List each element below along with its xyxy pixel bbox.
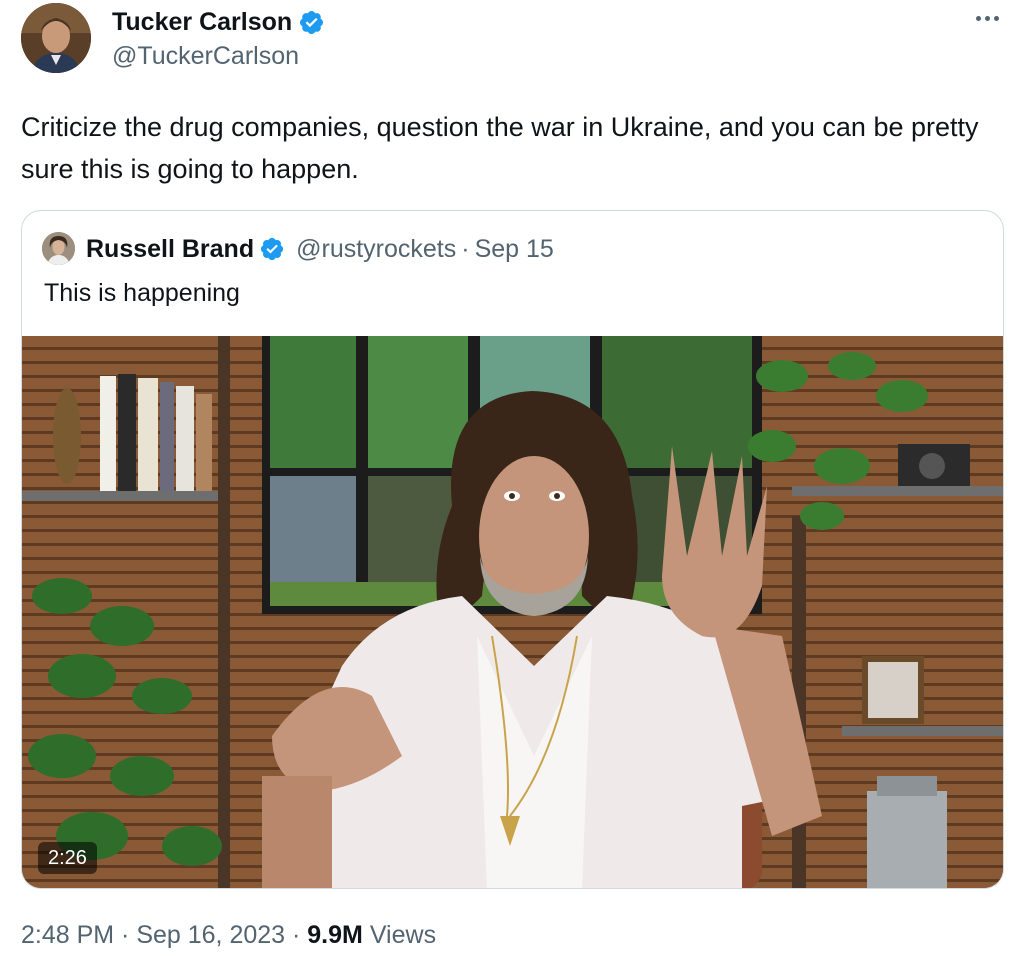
- more-horizontal-icon-dot: [993, 15, 999, 21]
- quoted-tweet-date[interactable]: Sep 15: [475, 235, 554, 264]
- author-name[interactable]: Tucker Carlson: [112, 9, 292, 35]
- author-avatar[interactable]: [21, 3, 91, 73]
- video-thumbnail: [22, 336, 1003, 888]
- tweet-meta: 2:48 PM · Sep 16, 2023 · 9.9M Views: [21, 918, 436, 952]
- more-horizontal-icon-dot: [984, 15, 990, 21]
- quoted-header-separator: ·: [461, 234, 470, 263]
- views-label: Views: [369, 921, 437, 949]
- author-avatar-image: [21, 3, 91, 73]
- quoted-author-name[interactable]: Russell Brand: [86, 235, 254, 264]
- views-count: 9.9M: [307, 921, 363, 949]
- quoted-author-handle[interactable]: @rustyrockets: [296, 235, 456, 264]
- quoted-author-avatar[interactable]: [42, 232, 75, 265]
- meta-separator: ·: [285, 921, 308, 949]
- verified-badge-icon: [300, 10, 324, 34]
- more-horizontal-icon: [975, 15, 981, 21]
- quoted-tweet-text: This is happening: [44, 279, 240, 307]
- quoted-tweet-card[interactable]: Russell Brand @rustyrockets · Sep 15 Thi…: [21, 210, 1004, 889]
- quoted-tweet-header: Russell Brand @rustyrockets · Sep 15: [86, 233, 554, 265]
- video-player[interactable]: 2:26: [22, 336, 1003, 888]
- quoted-author-avatar-image: [42, 232, 75, 265]
- author-handle[interactable]: @TuckerCarlson: [112, 40, 299, 72]
- verified-badge-icon: [261, 237, 284, 261]
- author-name-row: Tucker Carlson: [112, 4, 325, 40]
- more-options-button[interactable]: [970, 6, 1004, 30]
- tweet-text: Criticize the drug companies, question t…: [21, 112, 979, 184]
- video-duration-badge: 2:26: [38, 842, 97, 874]
- tweet-timestamp[interactable]: 2:48 PM · Sep 16, 2023: [21, 921, 285, 949]
